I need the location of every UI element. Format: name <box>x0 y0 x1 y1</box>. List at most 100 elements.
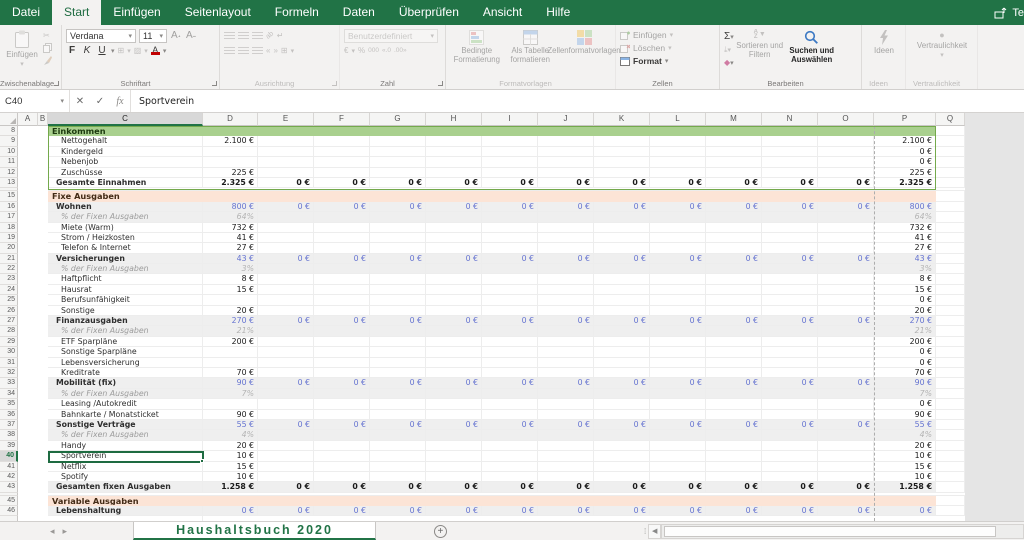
cell-H9[interactable] <box>426 136 482 146</box>
cell-O23[interactable] <box>818 274 874 284</box>
cell-P18[interactable]: 732 € <box>874 223 936 233</box>
cell-M26[interactable] <box>706 306 762 316</box>
cell-styles-button[interactable]: Zellenformatvorlagen <box>557 28 611 77</box>
cell-K16[interactable]: 0 € <box>594 202 650 212</box>
cell-L20[interactable] <box>650 243 706 253</box>
cell-L19[interactable] <box>650 233 706 243</box>
cells-ab[interactable] <box>18 326 48 336</box>
cell-E33[interactable]: 0 € <box>258 378 314 388</box>
cell-M23[interactable] <box>706 274 762 284</box>
cell-H27[interactable]: 0 € <box>426 316 482 326</box>
cell-K33[interactable]: 0 € <box>594 378 650 388</box>
cell-G13[interactable]: 0 € <box>370 178 426 188</box>
cell-F42[interactable] <box>314 472 370 482</box>
cell-C16[interactable]: Wohnen <box>48 202 203 212</box>
percent-icon[interactable]: % <box>358 46 365 55</box>
cell-I46[interactable]: 0 € <box>482 506 538 516</box>
column-header-M[interactable]: M <box>706 113 762 126</box>
cell-E29[interactable] <box>258 337 314 347</box>
cell-N35[interactable] <box>762 399 818 409</box>
cell-E35[interactable] <box>258 399 314 409</box>
column-header-A[interactable]: A <box>18 113 38 126</box>
row-header-29[interactable]: 29 <box>0 337 18 347</box>
cell-L22[interactable] <box>650 264 706 274</box>
ribbon-tab-einfügen[interactable]: Einfügen <box>101 0 172 25</box>
cell-Q28[interactable] <box>936 326 965 336</box>
cell-H19[interactable] <box>426 233 482 243</box>
cell-L9[interactable] <box>650 136 706 146</box>
cell-D25[interactable] <box>203 295 258 305</box>
cell-G29[interactable] <box>370 337 426 347</box>
orientation-icon[interactable]: ab <box>265 30 275 40</box>
cells-ab[interactable] <box>18 472 48 482</box>
cell-I39[interactable] <box>482 441 538 451</box>
cell-K31[interactable] <box>594 358 650 368</box>
cell-J28[interactable] <box>538 326 594 336</box>
cell-Q46[interactable] <box>936 506 965 516</box>
column-header-C[interactable]: C <box>48 113 203 126</box>
row-header-8[interactable]: 8 <box>0 126 18 136</box>
cell-E18[interactable] <box>258 223 314 233</box>
cell-F43[interactable]: 0 € <box>314 482 370 492</box>
column-header-E[interactable]: E <box>258 113 314 126</box>
cell-I38[interactable] <box>482 430 538 440</box>
cell-F23[interactable] <box>314 274 370 284</box>
cell-C29[interactable]: ETF Sparpläne <box>48 337 203 347</box>
cell-N29[interactable] <box>762 337 818 347</box>
cell-E41[interactable] <box>258 462 314 472</box>
cell-N18[interactable] <box>762 223 818 233</box>
cell-I37[interactable]: 0 € <box>482 420 538 430</box>
cell-O28[interactable] <box>818 326 874 336</box>
cell-P38[interactable]: 4% <box>874 430 936 440</box>
cell-Q25[interactable] <box>936 295 965 305</box>
cell-K13[interactable]: 0 € <box>594 178 650 188</box>
cell-K28[interactable] <box>594 326 650 336</box>
cell-P36[interactable]: 90 € <box>874 410 936 420</box>
number-format-combo[interactable]: Benutzerdefiniert ▾ <box>344 29 438 43</box>
cell-L12[interactable] <box>650 168 706 178</box>
row-header-39[interactable]: 39 <box>0 441 18 451</box>
cell-H45[interactable] <box>426 496 482 506</box>
cell-I30[interactable] <box>482 347 538 357</box>
cell-Q18[interactable] <box>936 223 965 233</box>
cell-P25[interactable]: 0 € <box>874 295 936 305</box>
privacy-button[interactable]: ● Vertraulichkeit ▾ <box>910 28 974 59</box>
cell-C12[interactable]: Zuschüsse <box>48 168 203 178</box>
cell-I16[interactable]: 0 € <box>482 202 538 212</box>
cell-I15[interactable] <box>482 191 538 201</box>
cell-P42[interactable]: 10 € <box>874 472 936 482</box>
cell-I29[interactable] <box>482 337 538 347</box>
row-header-30[interactable]: 30 <box>0 347 18 357</box>
column-header-Q[interactable]: Q <box>936 113 965 126</box>
cell-H30[interactable] <box>426 347 482 357</box>
cell-Q43[interactable] <box>936 482 965 492</box>
cell-D35[interactable] <box>203 399 258 409</box>
cell-C42[interactable]: Spotify <box>48 472 203 482</box>
cell-F37[interactable]: 0 € <box>314 420 370 430</box>
cell-C18[interactable]: Miete (Warm) <box>48 223 203 233</box>
cell-C24[interactable]: Hausrat <box>48 285 203 295</box>
cell-N9[interactable] <box>762 136 818 146</box>
cell-K21[interactable]: 0 € <box>594 254 650 264</box>
cell-N17[interactable] <box>762 212 818 222</box>
cell-E32[interactable] <box>258 368 314 378</box>
row-header-18[interactable]: 18 <box>0 223 18 233</box>
cell-O25[interactable] <box>818 295 874 305</box>
cell-H31[interactable] <box>426 358 482 368</box>
column-header-J[interactable]: J <box>538 113 594 126</box>
dialog-launcher-icon[interactable] <box>54 81 59 86</box>
thousands-icon[interactable]: 000 <box>368 47 379 54</box>
column-header-O[interactable]: O <box>818 113 874 126</box>
cell-L38[interactable] <box>650 430 706 440</box>
ribbon-tab-datei[interactable]: Datei <box>0 0 52 25</box>
cell-J20[interactable] <box>538 243 594 253</box>
row-header-17[interactable]: 17 <box>0 212 18 222</box>
cell-I42[interactable] <box>482 472 538 482</box>
cell-J31[interactable] <box>538 358 594 368</box>
sheet-tab[interactable]: Haushaltsbuch 2020 <box>133 522 376 540</box>
cell-G10[interactable] <box>370 147 426 157</box>
cell-H29[interactable] <box>426 337 482 347</box>
cell-J32[interactable] <box>538 368 594 378</box>
cell-M41[interactable] <box>706 462 762 472</box>
cell-C17[interactable]: % der Fixen Ausgaben <box>48 212 203 222</box>
